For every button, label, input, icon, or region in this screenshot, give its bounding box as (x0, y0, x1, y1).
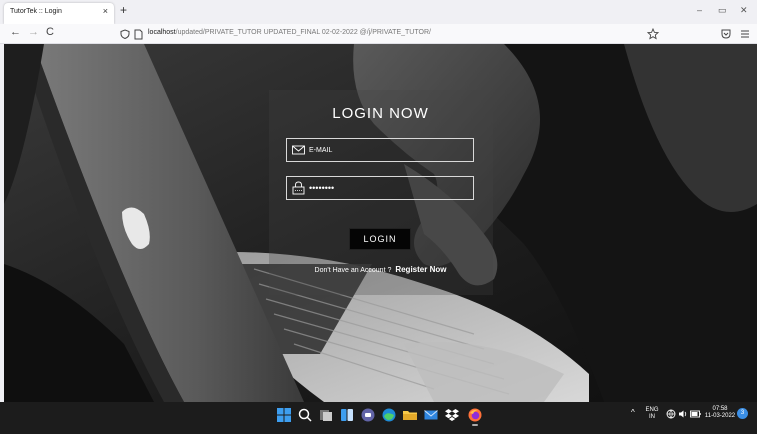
password-input[interactable] (309, 177, 469, 199)
chevron-up-icon[interactable]: ^ (631, 409, 635, 417)
volume-icon[interactable] (678, 409, 688, 419)
task-view-icon[interactable] (318, 407, 334, 423)
reload-icon[interactable]: C (46, 27, 54, 38)
email-field-wrapper (286, 138, 474, 162)
register-prompt: Don't Have an Account ? (314, 267, 392, 274)
globe-network-icon[interactable] (666, 409, 676, 419)
battery-icon[interactable] (690, 410, 701, 418)
windows-start-icon[interactable] (276, 407, 292, 423)
pocket-icon[interactable] (720, 28, 732, 40)
login-page: LOGIN NOW LOGIN Don't Have an Account ? … (4, 44, 757, 402)
tab-close-icon[interactable]: × (103, 7, 108, 16)
notification-badge[interactable]: 3 (737, 408, 748, 419)
back-arrow-icon[interactable]: ← (10, 27, 21, 38)
widgets-icon[interactable] (339, 407, 355, 423)
search-icon[interactable] (297, 407, 313, 423)
email-input[interactable] (309, 139, 469, 161)
edge-browser-icon[interactable] (381, 407, 397, 423)
new-tab-button[interactable]: + (120, 4, 127, 16)
browser-navbar: ← → C localhost/updated/PRIVATE_TUTOR UP… (0, 24, 757, 44)
close-window-button[interactable]: ✕ (740, 6, 748, 15)
browser-tabstrip: TutorTek :: Login × + – ▭ ✕ (0, 0, 757, 24)
shield-icon[interactable] (120, 29, 130, 39)
teams-chat-icon[interactable] (360, 407, 376, 423)
register-line: Don't Have an Account ? Register Now (4, 265, 757, 274)
url-text[interactable]: localhost/updated/PRIVATE_TUTOR UPDATED_… (148, 29, 431, 36)
bookmark-star-icon[interactable] (647, 28, 659, 40)
page-icon (134, 29, 143, 40)
lang-bottom: IN (649, 414, 655, 420)
windows-taskbar: ^ ENG IN 07:58 11-03-2022 3 (0, 402, 757, 434)
password-field-wrapper (286, 176, 474, 200)
dropbox-icon[interactable] (444, 407, 460, 423)
tab-title: TutorTek :: Login (10, 8, 62, 15)
lang-top: ENG (645, 407, 659, 413)
browser-tab-login[interactable]: TutorTek :: Login × (4, 3, 114, 24)
mail-icon[interactable] (423, 407, 439, 423)
envelope-icon (292, 145, 305, 155)
forward-arrow-icon[interactable]: → (28, 27, 39, 38)
lock-icon (292, 181, 305, 195)
minimize-button[interactable]: – (697, 6, 702, 15)
url-path: /updated/PRIVATE_TUTOR UPDATED_FINAL 02-… (175, 29, 431, 36)
restore-button[interactable]: ▭ (718, 6, 727, 15)
register-now-link[interactable]: Register Now (395, 265, 446, 274)
login-button[interactable]: LOGIN (349, 228, 411, 250)
clock-time: 07:58 (712, 406, 728, 412)
clock-date: 11-03-2022 (704, 413, 736, 419)
firefox-icon[interactable] (467, 407, 483, 423)
login-title: LOGIN NOW (332, 105, 429, 122)
address-bar[interactable]: localhost/updated/PRIVATE_TUTOR UPDATED_… (110, 26, 670, 42)
url-host: localhost (148, 29, 176, 36)
active-app-indicator (472, 424, 478, 426)
menu-icon[interactable] (739, 28, 751, 40)
clock[interactable]: 07:58 11-03-2022 (703, 406, 737, 420)
file-explorer-icon[interactable] (402, 407, 418, 423)
language-indicator[interactable]: ENG IN (645, 407, 659, 421)
